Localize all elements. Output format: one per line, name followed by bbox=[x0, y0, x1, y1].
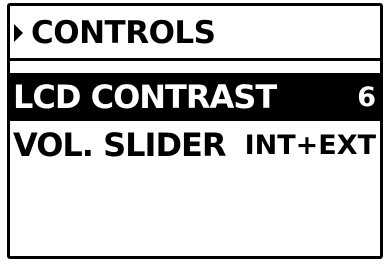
menu-item-lcd-contrast[interactable]: LCD CONTRAST 6 bbox=[10, 73, 380, 121]
menu-item-vol-slider[interactable]: VOL. SLIDER INT+EXT bbox=[10, 121, 380, 169]
menu-item-label: LCD CONTRAST bbox=[13, 78, 277, 116]
right-triangle-icon bbox=[14, 24, 23, 42]
menu-item-value: INT+EXT bbox=[244, 130, 376, 161]
lcd-display: CONTROLS LCD CONTRAST 6 VOL. SLIDER INT+… bbox=[7, 3, 383, 259]
screen-header: CONTROLS bbox=[10, 6, 380, 61]
page-title: CONTROLS bbox=[31, 15, 216, 51]
menu-item-label: VOL. SLIDER bbox=[13, 126, 226, 164]
menu-item-value: 6 bbox=[357, 82, 376, 113]
